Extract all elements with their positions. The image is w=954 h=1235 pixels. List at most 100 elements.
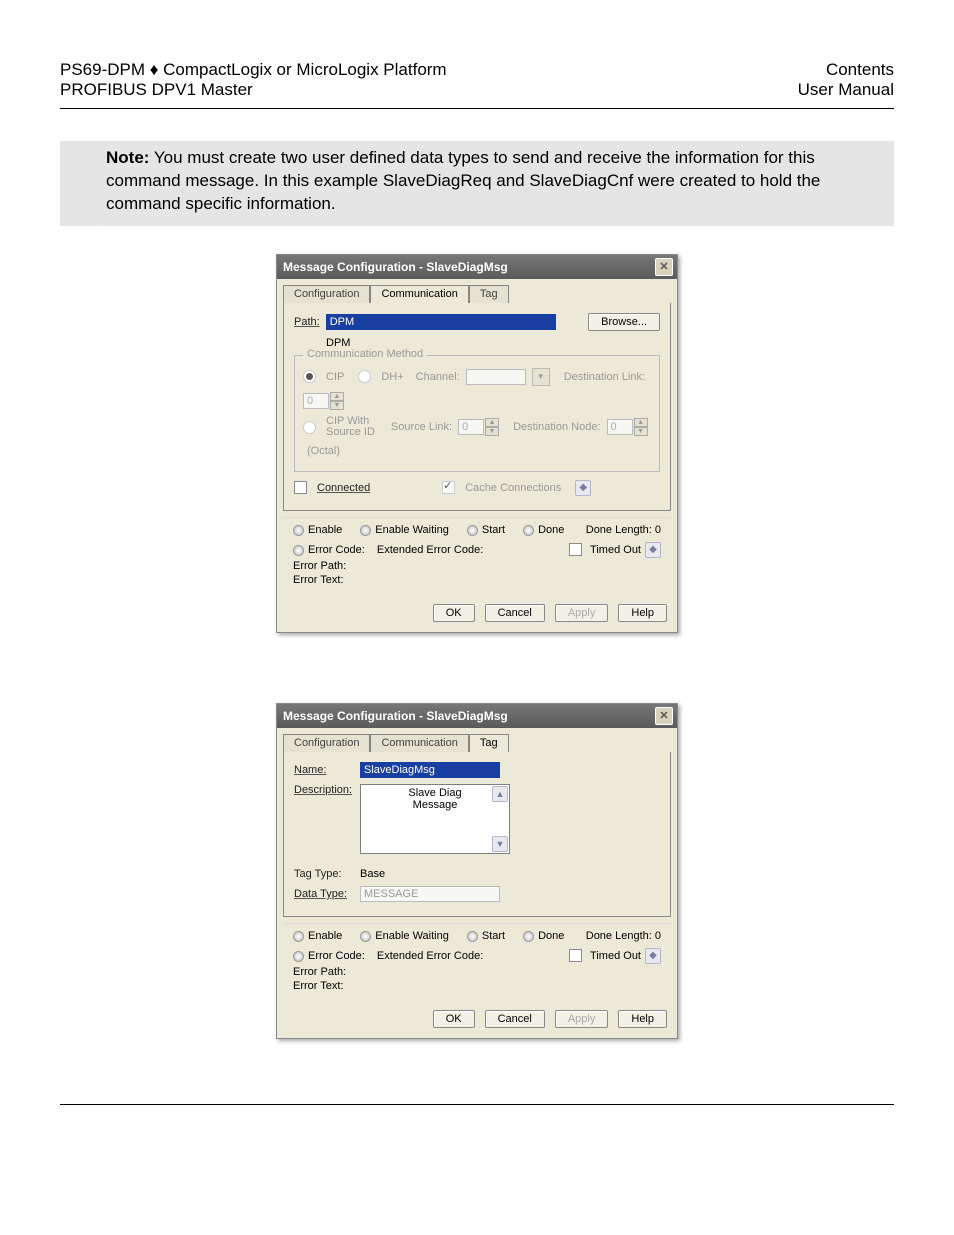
octal-label: (Octal) (307, 445, 340, 457)
cache-link-icon[interactable]: ◆ (575, 480, 591, 496)
status-error-text: Error Text: (293, 574, 661, 586)
page-header: PS69-DPM ♦ CompactLogix or MicroLogix Pl… (0, 0, 954, 108)
header-platform: CompactLogix or MicroLogix Platform (163, 60, 446, 79)
scroll-down-icon[interactable]: ▼ (492, 836, 508, 852)
radio-dhp (358, 370, 371, 383)
name-label: Name: (294, 764, 354, 776)
dialog2-title: Message Configuration - SlaveDiagMsg (283, 709, 508, 723)
status-error-path: Error Path: (293, 560, 661, 572)
dest-node-spinner: 0 ▲▼ (607, 418, 648, 436)
status-error-path: Error Path: (293, 966, 661, 978)
status-error-code: Error Code: (308, 950, 365, 962)
status-extended-error: Extended Error Code: (377, 950, 483, 962)
cancel-button[interactable]: Cancel (485, 604, 545, 622)
header-subtitle: PROFIBUS DPV1 Master (60, 80, 447, 100)
timedout-label: Timed Out (590, 950, 641, 962)
header-usermanual: User Manual (798, 80, 894, 100)
checkbox-connected[interactable] (294, 481, 307, 494)
channel-select (466, 369, 526, 385)
led-enable-waiting (360, 931, 371, 942)
led-done (523, 931, 534, 942)
header-divider (60, 108, 894, 109)
dest-link-spinner: 0 ▲▼ (303, 392, 344, 410)
description-value: Slave Diag Message (365, 787, 505, 811)
status-done: Done (538, 524, 564, 536)
tag-type-label: Tag Type: (294, 868, 354, 880)
tab-configuration[interactable]: Configuration (283, 734, 370, 752)
checkbox-timedout[interactable] (569, 543, 582, 556)
status-enable: Enable (308, 524, 342, 536)
description-label: Description: (294, 784, 354, 796)
radio-cip-label: CIP (326, 371, 344, 383)
path-label: Path: (294, 316, 320, 328)
group-title: Communication Method (303, 348, 427, 360)
name-input[interactable]: SlaveDiagMsg (360, 762, 500, 778)
scroll-up-icon[interactable]: ▲ (492, 786, 508, 802)
tag-type-value: Base (360, 868, 385, 880)
dialog1-tabs: Configuration Communication Tag (277, 279, 677, 303)
tab-tag[interactable]: Tag (469, 734, 509, 752)
led-enable (293, 525, 304, 536)
close-icon[interactable]: ✕ (655, 707, 673, 725)
radio-cip (303, 370, 316, 383)
led-done (523, 525, 534, 536)
header-contents: Contents (798, 60, 894, 80)
cancel-button[interactable]: Cancel (485, 1010, 545, 1028)
done-length-value: 0 (655, 524, 661, 536)
note-gutter (60, 141, 100, 226)
done-length-label: Done Length: (586, 930, 652, 942)
note-label: Note: (106, 148, 149, 167)
led-error (293, 545, 304, 556)
tab-communication[interactable]: Communication (370, 285, 468, 303)
led-start (467, 525, 478, 536)
status-error-text: Error Text: (293, 980, 661, 992)
browse-button[interactable]: Browse... (588, 313, 660, 331)
status-error-code: Error Code: (308, 544, 365, 556)
data-type-input: MESSAGE (360, 886, 500, 902)
dest-node-label: Destination Node: (513, 421, 600, 433)
status-done: Done (538, 930, 564, 942)
dialog-msgconfig-communication: Message Configuration - SlaveDiagMsg ✕ C… (276, 254, 678, 633)
dialog-msgconfig-tag: Message Configuration - SlaveDiagMsg ✕ C… (276, 703, 678, 1039)
cache-label: Cache Connections (465, 482, 561, 494)
timedout-label: Timed Out (590, 544, 641, 556)
timedout-link-icon[interactable]: ◆ (645, 948, 661, 964)
led-enable (293, 931, 304, 942)
dest-link-label: Destination Link: (564, 371, 645, 383)
dialog1-title: Message Configuration - SlaveDiagMsg (283, 260, 508, 274)
dialog2-tabs: Configuration Communication Tag (277, 728, 677, 752)
source-link-label: Source Link: (391, 421, 452, 433)
ok-button[interactable]: OK (433, 1010, 475, 1028)
note-block: Note: You must create two user defined d… (60, 141, 894, 226)
status-enable-waiting: Enable Waiting (375, 524, 449, 536)
done-length-label: Done Length: (586, 524, 652, 536)
tab-tag[interactable]: Tag (469, 285, 509, 303)
timedout-link-icon[interactable]: ◆ (645, 542, 661, 558)
connected-label: Connected (317, 482, 370, 494)
done-length-value: 0 (655, 930, 661, 942)
apply-button: Apply (555, 1010, 609, 1028)
help-button[interactable]: Help (618, 604, 667, 622)
status-extended-error: Extended Error Code: (377, 544, 483, 556)
status-enable: Enable (308, 930, 342, 942)
ok-button[interactable]: OK (433, 604, 475, 622)
status-enable-waiting: Enable Waiting (375, 930, 449, 942)
tab-configuration[interactable]: Configuration (283, 285, 370, 303)
close-icon[interactable]: ✕ (655, 258, 673, 276)
radio-cip-with-src-label: CIP With Source ID (326, 416, 375, 439)
path-input[interactable]: DPM (326, 314, 556, 330)
header-product: PS69-DPM (60, 60, 145, 79)
header-sep: ♦ (145, 60, 163, 79)
radio-cip-with-src (303, 421, 316, 434)
chevron-down-icon: ▾ (532, 368, 550, 386)
led-error (293, 951, 304, 962)
note-text: You must create two user defined data ty… (106, 148, 820, 213)
help-button[interactable]: Help (618, 1010, 667, 1028)
led-enable-waiting (360, 525, 371, 536)
source-link-spinner: 0 ▲▼ (458, 418, 499, 436)
tab-communication[interactable]: Communication (370, 734, 468, 752)
description-textarea[interactable]: Slave Diag Message ▲ ▼ (360, 784, 510, 854)
footer-divider (60, 1104, 894, 1105)
checkbox-timedout[interactable] (569, 949, 582, 962)
status-start: Start (482, 524, 505, 536)
